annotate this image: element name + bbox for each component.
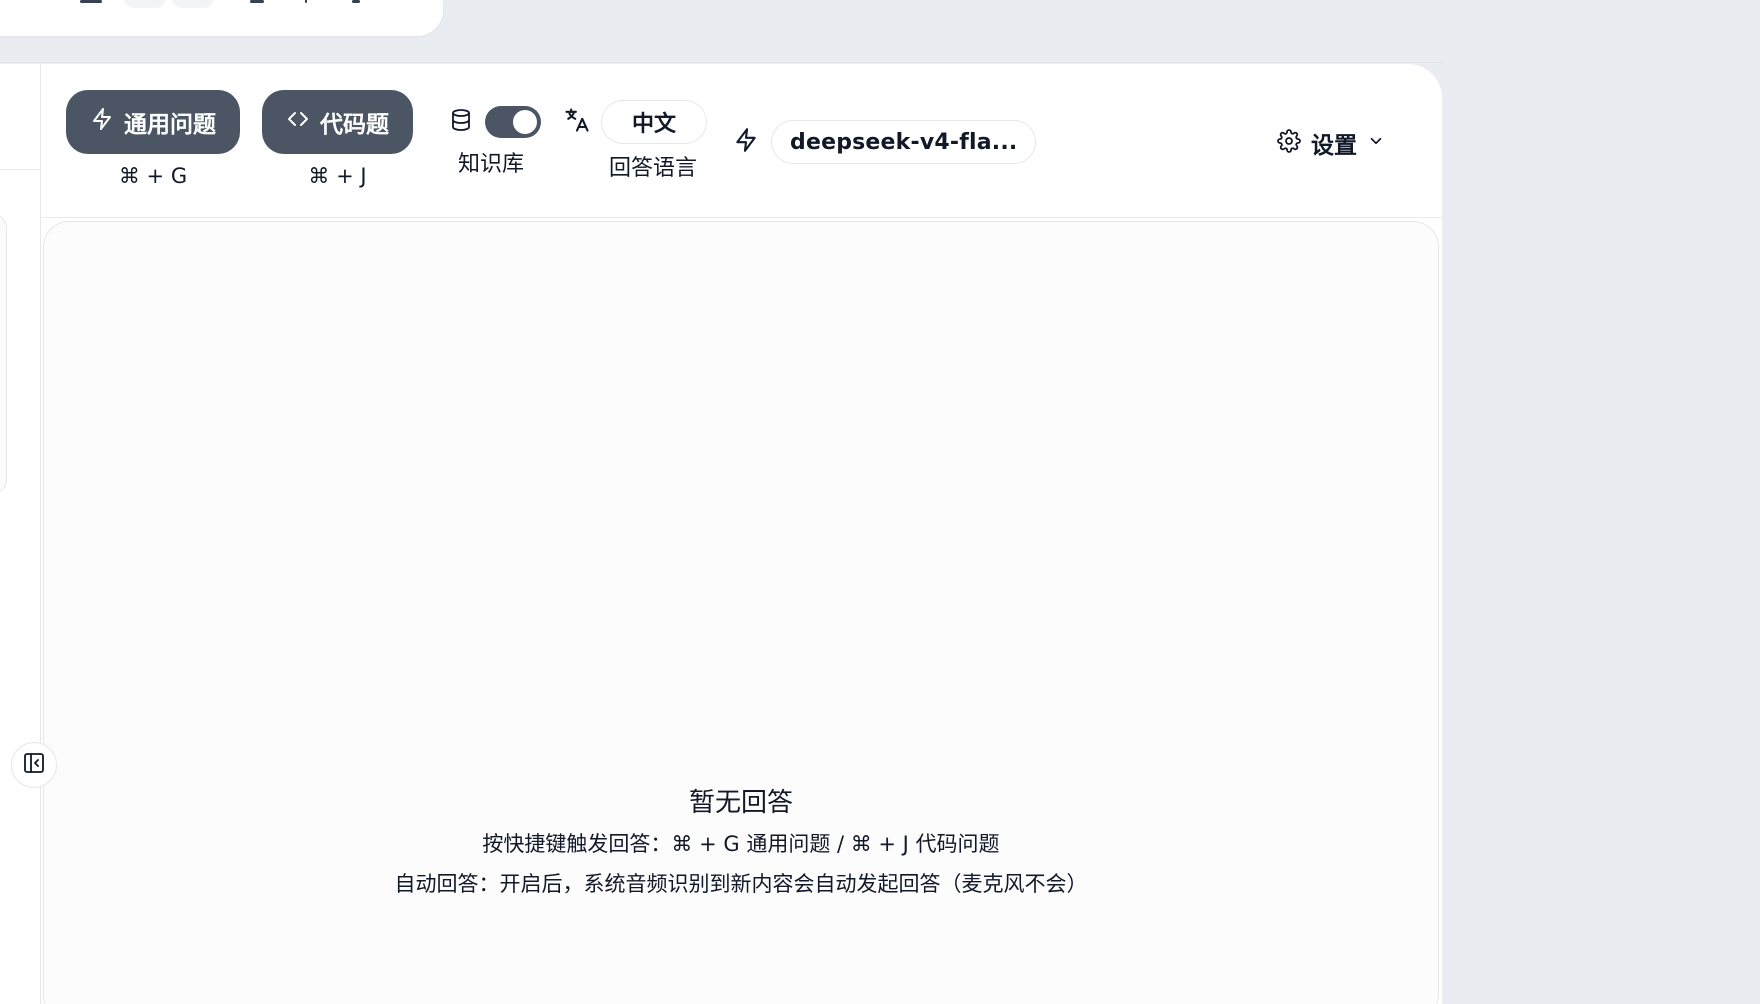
general-question-button[interactable]: 通用问题 [66,90,240,154]
knowledge-base-group: 知识库 [449,106,541,178]
top-bar-mark [305,0,307,3]
translate-icon [563,106,591,138]
sidebar-collapse-icon [22,751,46,779]
code-question-button[interactable]: 代码题 [262,90,413,154]
toggle-knob [513,110,537,134]
top-window-bar [0,0,443,36]
empty-state-hint-auto: 自动回答：开启后，系统音频识别到新内容会自动发起回答（麦克风不会） [394,872,1088,896]
model-group: deepseek-v4-fla... [733,120,1037,164]
top-bar-mark [352,0,360,3]
answer-language-label: 回答语言 [609,156,698,181]
top-bar-mark [80,0,102,3]
chevron-down-icon [1367,132,1385,154]
code-question-label: 代码题 [320,112,389,138]
knowledge-base-toggle[interactable] [485,106,541,138]
answer-language-select[interactable]: 中文 [601,100,708,144]
database-icon [449,108,473,136]
bolt-icon [733,127,759,157]
general-question-shortcut: ⌘ + G [118,164,188,188]
code-question-shortcut: ⌘ + J [308,164,367,188]
toolbar: 通用问题 ⌘ + G 代码题 ⌘ + J 知识库 中文 回答语言 deepsee… [41,64,1442,218]
settings-label: 设置 [1311,133,1357,159]
answer-language-group: 中文 回答语言 [563,100,708,182]
knowledge-base-label: 知识库 [458,152,525,177]
empty-state-title: 暂无回答 [688,788,793,818]
top-bar-mark [250,0,264,3]
bolt-icon [90,107,114,137]
code-question-group: 代码题 ⌘ + J [262,90,413,188]
general-question-label: 通用问题 [124,112,216,138]
empty-state-hint-shortcuts: 按快捷键触发回答：⌘ + G 通用问题 / ⌘ + J 代码问题 [482,832,1000,856]
code-icon [286,107,310,137]
answer-area: 暂无回答 按快捷键触发回答：⌘ + G 通用问题 / ⌘ + J 代码问题 自动… [43,221,1439,1004]
general-question-group: 通用问题 ⌘ + G [66,90,240,188]
top-tab-placeholder[interactable] [172,0,214,8]
main-panel: 通用问题 ⌘ + G 代码题 ⌘ + J 知识库 中文 回答语言 deepsee… [0,64,1442,1004]
collapse-sidebar-button[interactable] [11,742,57,788]
header-divider [0,62,1442,63]
top-tab-placeholder[interactable] [124,0,166,8]
model-select[interactable]: deepseek-v4-fla... [771,120,1037,164]
gear-icon [1277,129,1301,157]
sidebar-card [0,214,7,494]
sidebar-divider [0,169,40,170]
settings-dropdown[interactable]: 设置 [1277,126,1385,160]
